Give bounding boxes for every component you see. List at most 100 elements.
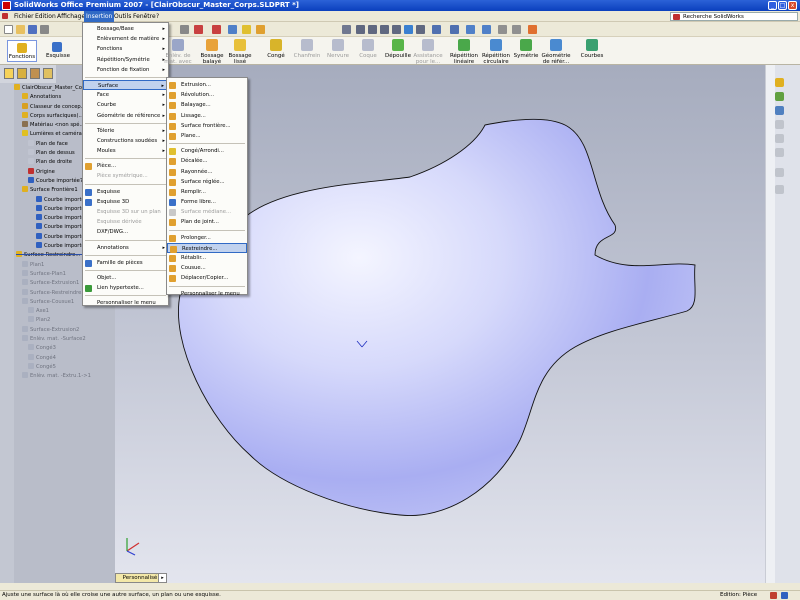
tree-item[interactable]: Enlèv. mat. -Surface2 bbox=[14, 335, 91, 344]
standard-views-icon[interactable] bbox=[482, 25, 491, 34]
help-search-input[interactable]: Recherche SolidWorks bbox=[670, 12, 798, 21]
menu-help[interactable]: ? bbox=[154, 11, 161, 22]
perspective-icon[interactable] bbox=[512, 25, 521, 34]
tree-item[interactable]: Origine bbox=[14, 167, 91, 177]
design-library-icon[interactable] bbox=[775, 92, 784, 101]
open-icon[interactable] bbox=[16, 25, 25, 34]
zoom-fit-icon[interactable] bbox=[356, 25, 365, 34]
menu-item-geometrie-de-reference[interactable]: Géométrie de référence ▸ bbox=[83, 111, 168, 121]
tree-item[interactable]: Courbe importé... bbox=[14, 204, 91, 214]
tool-enlev-de-button[interactable]: Enlèv. de mat. avec bbox=[159, 39, 197, 65]
tab-esquisse[interactable]: Esquisse bbox=[40, 40, 76, 62]
tree-item[interactable]: Surface-Restreindre... bbox=[14, 288, 91, 298]
save-icon[interactable] bbox=[28, 25, 37, 34]
appearances-icon[interactable] bbox=[775, 148, 784, 157]
tree-item[interactable]: Annotations bbox=[14, 93, 91, 102]
tab-scroll-arrow[interactable]: ▸ bbox=[158, 573, 167, 583]
search-icon[interactable] bbox=[775, 120, 784, 129]
rotate-icon[interactable] bbox=[404, 25, 413, 34]
tab-fonctions[interactable]: Fonctions bbox=[7, 40, 37, 62]
menu-item-dxf-dwg[interactable]: DXF/DWG... bbox=[83, 227, 168, 237]
display-style-icon[interactable] bbox=[432, 25, 441, 34]
tree-item[interactable]: Plan de droite bbox=[14, 158, 91, 167]
menu-item-revolution[interactable]: Révolution... bbox=[167, 90, 247, 100]
menu-item-repetition-symetrie[interactable]: Répétition/Symétrie ▸ bbox=[83, 55, 168, 65]
menu-item-plane[interactable]: Plane... bbox=[167, 131, 247, 141]
tree-item[interactable]: Courbe importé... bbox=[14, 214, 91, 223]
surface-body[interactable] bbox=[178, 118, 696, 516]
document-icon[interactable] bbox=[2, 13, 8, 19]
tree-item[interactable]: Corps surfaciques(... bbox=[14, 111, 91, 121]
tree-item[interactable]: Surface-Cousue1 bbox=[14, 297, 91, 307]
menu-item-piece[interactable]: Pièce... bbox=[83, 161, 168, 171]
file-explorer-icon[interactable] bbox=[775, 106, 784, 115]
menu-item-cousue[interactable]: Cousue... bbox=[167, 263, 247, 273]
menu-item-esquisse[interactable]: Esquisse bbox=[83, 187, 168, 197]
custom-properties-icon[interactable] bbox=[775, 168, 784, 177]
dimxpert-tab-icon[interactable] bbox=[43, 68, 53, 79]
maximize-button[interactable]: □ bbox=[778, 1, 787, 10]
menu-item-decalee[interactable]: Décalée... bbox=[167, 156, 247, 166]
help-status-icon[interactable] bbox=[781, 592, 788, 599]
tool-bossage-button[interactable]: Bossage lissé bbox=[221, 39, 259, 65]
tree-item[interactable]: Plan de face bbox=[14, 139, 91, 149]
shadows-icon[interactable] bbox=[498, 25, 507, 34]
menu-item-remplir[interactable]: Remplir... bbox=[167, 187, 247, 197]
minimize-button[interactable]: _ bbox=[768, 1, 777, 10]
tree-item[interactable]: Surface Frontière1 bbox=[14, 186, 91, 195]
menu-item-conge-arrondi[interactable]: Congé/Arrondi... bbox=[167, 146, 247, 156]
tree-item[interactable]: Axe1 bbox=[14, 307, 91, 316]
select-icon[interactable] bbox=[342, 25, 351, 34]
menu-item-constructions-soudees[interactable]: Constructions soudées ▸ bbox=[83, 136, 168, 146]
print-icon[interactable] bbox=[40, 25, 49, 34]
tree-item[interactable]: Courbe importé... bbox=[14, 242, 91, 251]
menu-item-extrusion[interactable]: Extrusion... bbox=[167, 80, 247, 90]
menu-item-bossage-base[interactable]: Bossage/Base ▸ bbox=[83, 24, 168, 34]
configurationmanager-tab-icon[interactable] bbox=[30, 68, 40, 79]
menu-item-annotations[interactable]: Annotations ▸ bbox=[83, 243, 168, 253]
tree-item[interactable]: Plan2 bbox=[14, 316, 91, 325]
menu-item-restreindre[interactable]: Restreindre... bbox=[167, 242, 247, 253]
tree-root[interactable]: ClairObscur_Master_Co... bbox=[14, 84, 91, 93]
tree-item[interactable]: Plan1 bbox=[14, 260, 91, 270]
tree-item[interactable]: Congé5 bbox=[14, 362, 91, 372]
menu-item-retablir[interactable]: Rétablir... bbox=[167, 253, 247, 263]
tree-item[interactable]: Classeur de concep... bbox=[14, 102, 91, 112]
vertical-scrollbar[interactable] bbox=[765, 65, 775, 583]
rebuild-icon[interactable] bbox=[194, 25, 203, 34]
menu-item-tolerie[interactable]: Tôlerie ▸ bbox=[83, 126, 168, 136]
featuremanager-tab-icon[interactable] bbox=[4, 68, 14, 79]
lightbulb-icon[interactable] bbox=[256, 25, 265, 34]
options-icon[interactable] bbox=[212, 25, 221, 34]
menu-item-surface-frontiere[interactable]: Surface frontière... bbox=[167, 121, 247, 131]
tree-item[interactable]: Surface-Restreindre... bbox=[14, 251, 91, 260]
menu-item-courbe[interactable]: Courbe ▸ bbox=[83, 100, 168, 110]
menu-item-prolonger[interactable]: Prolonger... bbox=[167, 233, 247, 243]
zoom-area-icon[interactable] bbox=[368, 25, 377, 34]
tree-item[interactable]: Plan de dessus bbox=[14, 149, 91, 158]
new-document-icon[interactable] bbox=[4, 25, 13, 34]
menu-item-fonction-de-fixation[interactable]: Fonction de fixation ▸ bbox=[83, 65, 168, 75]
menu-item-forme-libre[interactable]: Forme libre... bbox=[167, 197, 247, 207]
menu-item-moules[interactable]: Moules ▸ bbox=[83, 146, 168, 156]
tool-geometrie-button[interactable]: Géométrie de référ... bbox=[537, 39, 575, 65]
window-icon[interactable] bbox=[228, 25, 237, 34]
solidworks-app-icon[interactable] bbox=[2, 1, 11, 10]
realview-icon[interactable] bbox=[528, 25, 537, 34]
close-button[interactable]: x bbox=[788, 1, 797, 10]
undo-icon[interactable] bbox=[180, 25, 189, 34]
menu-affichage[interactable]: Affichage bbox=[55, 11, 87, 22]
menu-item-plan-de-joint[interactable]: Plan de joint... bbox=[167, 217, 247, 227]
pan-icon[interactable] bbox=[392, 25, 401, 34]
section-view-icon[interactable] bbox=[450, 25, 459, 34]
menu-item-surface-reglee[interactable]: Surface réglée... bbox=[167, 177, 247, 187]
menu-item-lien-hypertexte[interactable]: Lien hypertexte... bbox=[83, 283, 168, 293]
tree-item[interactable]: Courbe importé... bbox=[14, 195, 91, 205]
menu-item-enlevement-de-matiere[interactable]: Enlèvement de matière ▸ bbox=[83, 34, 168, 44]
menu-item-surface[interactable]: Surface ▸ bbox=[83, 79, 168, 91]
tree-item[interactable]: Courbe importée7 bbox=[14, 176, 91, 186]
menu-item-personnaliser-le-menu[interactable]: Personnaliser le menu bbox=[83, 298, 168, 308]
tree-item[interactable]: Surface-Extrusion1 bbox=[14, 279, 91, 288]
menu-item-famille-de-pieces[interactable]: Famille de pièces bbox=[83, 258, 168, 268]
menu-item-deplacer-copier[interactable]: Déplacer/Copier... bbox=[167, 273, 247, 283]
